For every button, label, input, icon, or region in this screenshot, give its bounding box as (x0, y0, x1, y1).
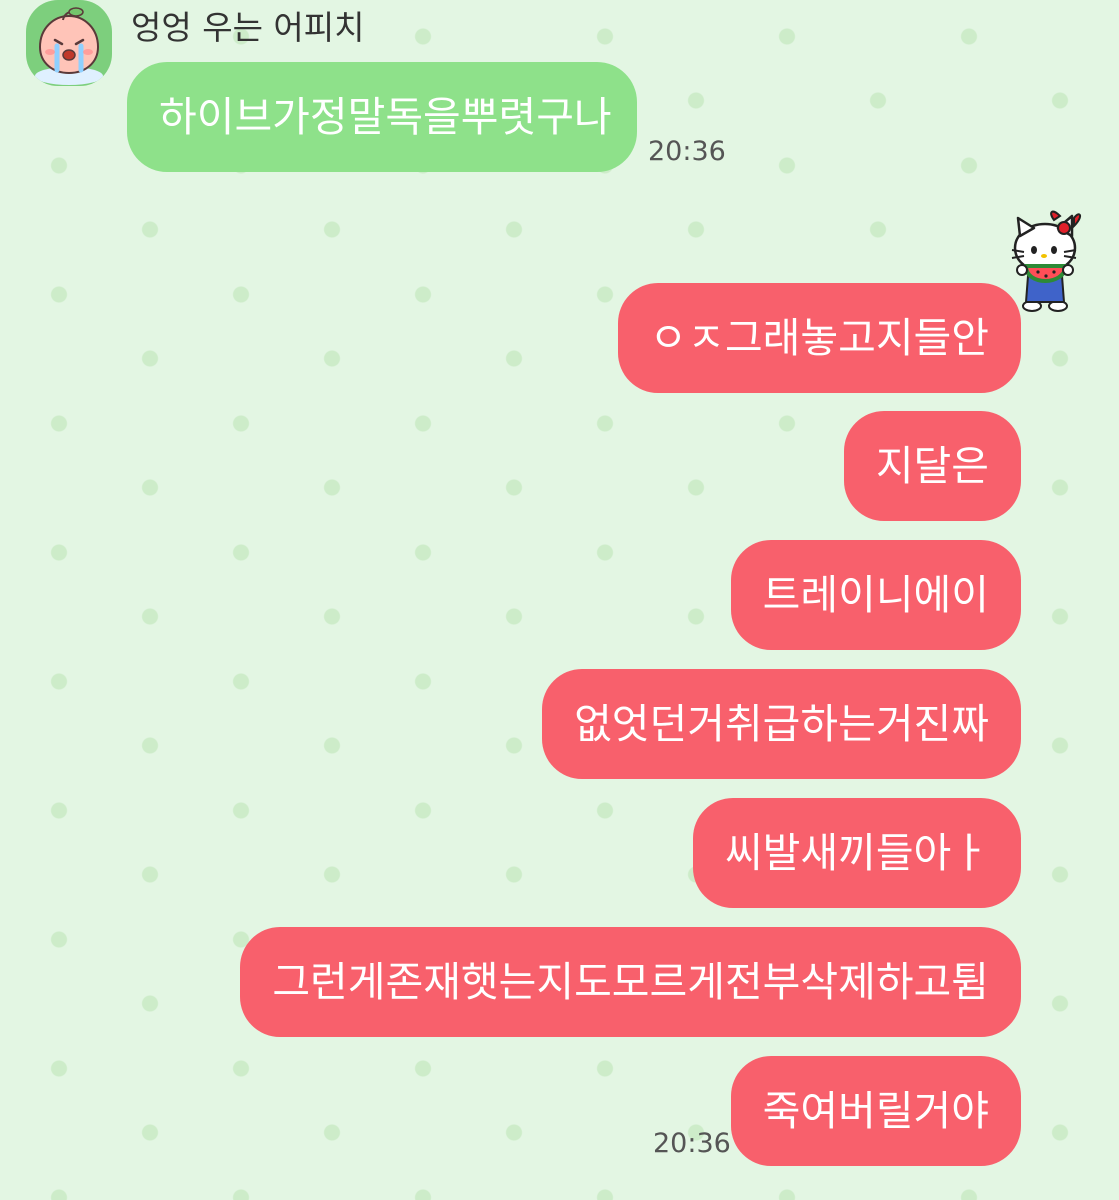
chat-room: 엉엉 우는 어피치 하이브가정말독을뿌렷구나 20:36 ㅇㅈ그래놓고지들안 지… (0, 0, 1119, 1200)
outgoing-message-bubble[interactable]: 없엇던거취급하는거진짜 (542, 669, 1021, 779)
message-text: 씨발새끼들아ㅏ (724, 828, 989, 877)
message-text: 없엇던거취급하는거진짜 (574, 699, 989, 748)
sender-name: 엉엉 우는 어피치 (131, 8, 365, 47)
message-text: 지달은 (875, 441, 989, 490)
message-text: 그런게존재햇는지도모르게전부삭제하고튐 (272, 957, 989, 1006)
incoming-message-bubble[interactable]: 하이브가정말독을뿌렷구나 (127, 62, 637, 172)
outgoing-timestamp: 20:36 (653, 1128, 731, 1159)
crying-apeach-icon[interactable] (26, 0, 112, 86)
outgoing-message-bubble[interactable]: 지달은 (843, 411, 1021, 521)
message-text: 하이브가정말독을뿌렷구나 (159, 92, 612, 141)
outgoing-message-bubble[interactable]: ㅇㅈ그래놓고지들안 (617, 283, 1021, 393)
message-text: ㅇㅈ그래놓고지들안 (649, 313, 989, 362)
outgoing-message-bubble[interactable]: 씨발새끼들아ㅏ (692, 798, 1021, 908)
message-text: 죽여버릴거야 (762, 1086, 989, 1135)
outgoing-message-bubble[interactable]: 트레이니에이 (730, 540, 1021, 650)
incoming-timestamp: 20:36 (648, 136, 726, 167)
outgoing-message-bubble[interactable]: 죽여버릴거야 (730, 1056, 1021, 1166)
hello-kitty-watermelon-icon[interactable] (1008, 206, 1112, 314)
outgoing-message-bubble[interactable]: 그런게존재햇는지도모르게전부삭제하고튐 (240, 927, 1021, 1037)
message-text: 트레이니에이 (762, 570, 989, 619)
